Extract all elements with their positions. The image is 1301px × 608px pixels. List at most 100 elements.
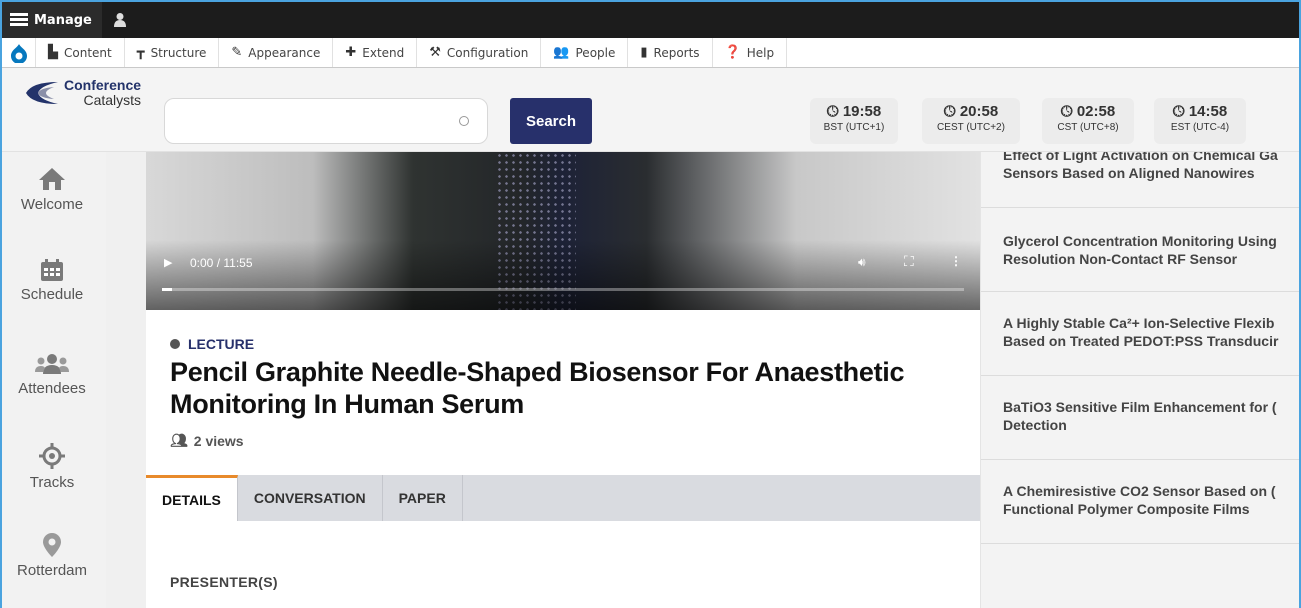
menu-icon [10, 13, 28, 27]
tab-conversation[interactable]: CONVERSATION [238, 475, 383, 521]
video-time: 0:00 / 11:55 [190, 256, 253, 270]
lecture-type: LECTURE [170, 336, 254, 352]
search-button[interactable]: Search [510, 98, 592, 144]
presenters-heading: PRESENTER(S) [170, 574, 278, 590]
nav-item-welcome[interactable]: Welcome [2, 166, 102, 213]
toolbar-help-label: Help [746, 45, 775, 60]
toolbar-configuration-label: Configuration [446, 45, 529, 60]
manage-label: Manage [34, 12, 92, 28]
related-title-line1: A Highly Stable Ca²+ Ion-Selective Flexi… [1003, 315, 1275, 331]
volume-icon[interactable]: 🔊︎ [858, 255, 866, 270]
clock-time: 14:58 [1188, 103, 1228, 120]
related-title-line1: Glycerol Concentration Monitoring Using [1003, 233, 1277, 249]
admin-tray: ▙ Content ┳ Structure ✎ Appearance ✚ Extend … [2, 38, 1299, 68]
clock-icon: 🕓︎ [826, 103, 839, 120]
clock-time: 19:58 [842, 103, 882, 120]
clock-time: 20:58 [959, 103, 999, 120]
toolbar-people[interactable]: 👥 People [541, 38, 629, 67]
clock-bst: 🕓︎ 19:58 BST (UTC+1) [810, 98, 898, 144]
appearance-icon: ✎ [231, 45, 243, 60]
clock-time: 02:58 [1076, 103, 1116, 120]
nav-item-rotterdam[interactable]: Rotterdam [2, 532, 102, 579]
views-count: 👥︎ 2 views [170, 432, 244, 449]
toolbar-people-label: People [575, 45, 616, 60]
related-title-line2: Based on Treated PEDOT:PSS Transducir [1003, 333, 1279, 349]
clock-icon: 🕓︎ [1172, 103, 1185, 120]
related-lectures: Effect of Light Activation on Chemical G… [980, 152, 1299, 608]
home-icon [39, 168, 65, 190]
related-title-line1: BaTiO3 Sensitive Film Enhancement for ( [1003, 399, 1277, 415]
clock-zone: EST (UTC-4) [1170, 122, 1230, 133]
nav-item-tracks[interactable]: Tracks [2, 442, 102, 491]
views-label: 2 views [193, 432, 244, 449]
reports-icon: ▮ [640, 45, 648, 60]
clock-cst: 🕓︎ 02:58 CST (UTC+8) [1042, 98, 1134, 144]
extend-icon: ✚ [345, 45, 357, 60]
related-title-line1: A Chemiresistive CO2 Sensor Based on ( [1003, 483, 1276, 499]
related-item[interactable]: Glycerol Concentration Monitoring Using … [981, 208, 1299, 292]
lecture-main: LECTURE Pencil Graphite Needle-Shaped Bi… [146, 310, 980, 608]
left-nav: Welcome Schedule Attendees Tracks Rotter… [2, 152, 106, 608]
toolbar-reports-label: Reports [653, 45, 700, 60]
nav-label: Schedule [20, 286, 84, 303]
search-box [164, 98, 488, 144]
toolbar-reports[interactable]: ▮ Reports [628, 38, 713, 67]
search-spinner-icon [459, 116, 469, 126]
video-player[interactable]: ▶ 0:00 / 11:55 🔊︎ ⛶ ⋮ [146, 152, 980, 310]
nav-item-schedule[interactable]: Schedule [2, 258, 102, 303]
calendar-icon [41, 259, 63, 281]
tracks-icon [39, 443, 65, 469]
attendees-icon [35, 354, 69, 374]
logo-mark-icon [26, 82, 58, 104]
related-title-line2: Detection [1003, 417, 1067, 433]
manage-button[interactable]: Manage [2, 2, 102, 38]
video-progress-fill [162, 288, 172, 291]
type-dot-icon [170, 339, 180, 349]
decorative-strip [106, 152, 146, 608]
logo-line2: Catalysts [83, 92, 142, 108]
toolbar-help[interactable]: ❓ Help [713, 38, 788, 67]
toolbar-structure-label: Structure [150, 45, 207, 60]
related-item[interactable]: A Highly Stable Ca²+ Ion-Selective Flexi… [981, 292, 1299, 376]
more-options-icon[interactable]: ⋮ [950, 254, 962, 268]
related-title-line2: Resolution Non-Contact RF Sensor [1003, 251, 1238, 267]
toolbar-extend[interactable]: ✚ Extend [333, 38, 418, 67]
logo-line1: Conference [64, 77, 142, 93]
site-header: Conference Catalysts Search 🕓︎ 19:58 BST… [2, 68, 1299, 152]
content-icon: ▙ [48, 45, 58, 60]
toolbar-content[interactable]: ▙ Content [36, 38, 125, 67]
play-icon[interactable]: ▶ [164, 256, 172, 269]
configuration-icon: ⚒ [429, 45, 441, 60]
people-icon: 👥 [553, 45, 570, 60]
toolbar-configuration[interactable]: ⚒ Configuration [417, 38, 542, 67]
nav-label: Attendees [18, 380, 86, 397]
drupal-home-button[interactable] [2, 38, 36, 67]
related-item[interactable]: A Chemiresistive CO2 Sensor Based on ( F… [981, 460, 1299, 544]
tab-details[interactable]: DETAILS [146, 475, 238, 521]
fullscreen-icon[interactable]: ⛶ [904, 253, 914, 270]
toolbar-structure[interactable]: ┳ Structure [125, 38, 220, 67]
structure-icon: ┳ [136, 45, 145, 60]
toolbar-appearance[interactable]: ✎ Appearance [219, 38, 334, 67]
video-progress-bar[interactable] [162, 288, 964, 291]
toolbar-extend-label: Extend [362, 45, 405, 60]
toolbar-appearance-label: Appearance [248, 45, 321, 60]
clock-est: 🕓︎ 14:58 EST (UTC-4) [1154, 98, 1246, 144]
nav-label: Welcome [20, 196, 84, 213]
search-input[interactable] [165, 99, 445, 143]
nav-label: Tracks [29, 474, 75, 491]
clock-zone: CST (UTC+8) [1057, 122, 1119, 133]
related-item[interactable]: BaTiO3 Sensitive Film Enhancement for ( … [981, 376, 1299, 460]
site-logo[interactable]: Conference Catalysts [20, 78, 141, 108]
views-icon: 👥︎ [170, 432, 188, 448]
nav-label: Rotterdam [16, 562, 88, 579]
lecture-tabs: DETAILS CONVERSATION PAPER [146, 475, 980, 521]
drupal-logo-icon [10, 43, 27, 63]
tab-paper[interactable]: PAPER [383, 475, 463, 521]
logo-text: Conference Catalysts [64, 78, 141, 108]
help-icon: ❓ [724, 45, 741, 60]
lecture-title: Pencil Graphite Needle-Shaped Biosensor … [170, 357, 905, 419]
nav-item-attendees[interactable]: Attendees [2, 352, 102, 397]
related-item[interactable]: Effect of Light Activation on Chemical G… [981, 152, 1299, 208]
user-button[interactable] [102, 2, 138, 38]
